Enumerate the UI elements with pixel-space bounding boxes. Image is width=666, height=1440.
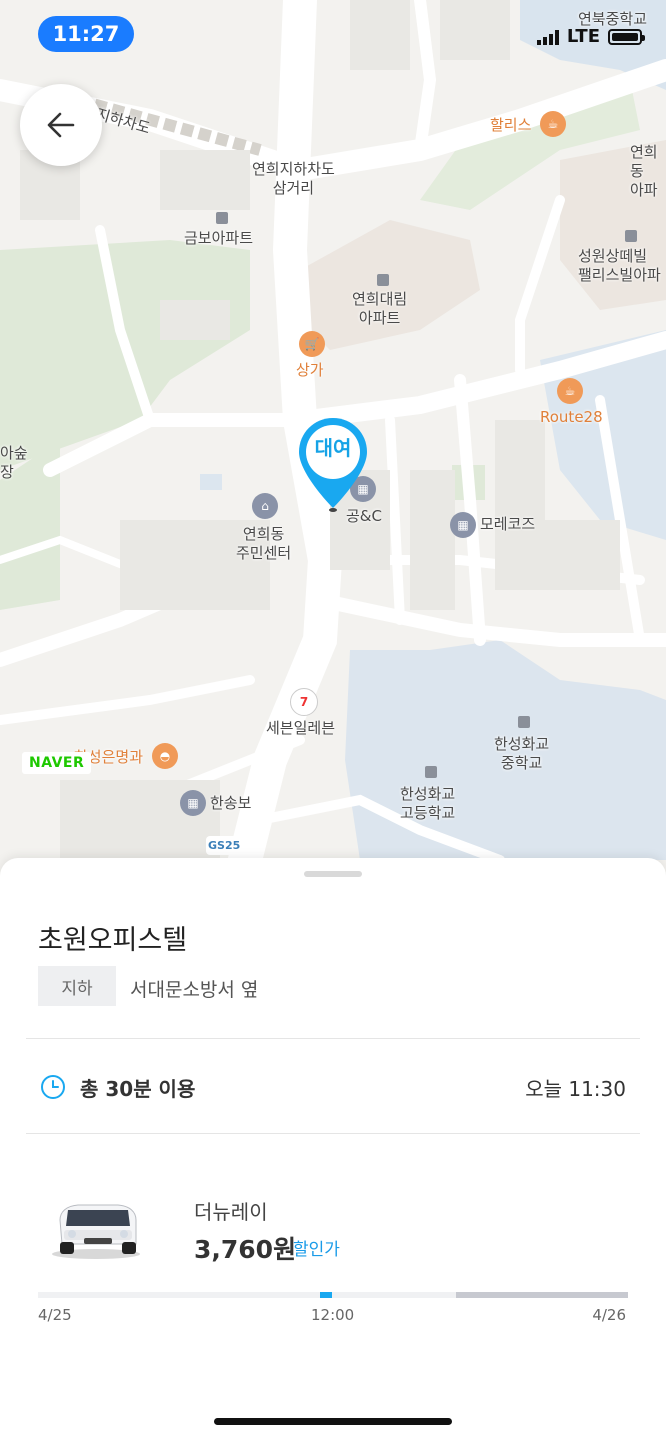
map-label-hansongbo: 한송보 — [210, 794, 252, 812]
signal-icon — [536, 29, 559, 45]
map-label-hansung-high: 한성화교 고등학교 — [400, 785, 456, 822]
map-label-gs25: GS25 — [206, 836, 243, 855]
map-label-morecoz: 모레코즈 — [480, 515, 536, 533]
cafe-icon: ☕ — [540, 111, 566, 137]
status-indicators: LTE — [536, 26, 645, 47]
timeline-start-label: 4/25 — [38, 1306, 72, 1324]
timeline-mid-label: 12:00 — [311, 1306, 355, 1324]
building-icon: ▦ — [450, 512, 476, 538]
pin-label: 대여 — [314, 436, 352, 460]
usage-duration: 총 30분 이용 — [80, 1077, 196, 1101]
map-label-daerim: 연희대림 아파트 — [352, 290, 408, 327]
timeline-selected-marker[interactable] — [320, 1292, 332, 1298]
building-icon: ▦ — [180, 790, 206, 816]
divider — [26, 1038, 640, 1039]
map-label-hollys: 할리스 — [490, 116, 532, 134]
map-label-forest: 아숲 장 — [0, 444, 28, 481]
bottom-sheet: 초원오피스텔 지하 서대문소방서 옆 총 30분 이용 오늘 11:30 더뉴레… — [0, 858, 666, 1440]
location-title: 초원오피스텔 — [38, 925, 188, 956]
government-building-icon: ⌂ — [252, 493, 278, 519]
back-arrow-icon — [47, 112, 75, 138]
pin-marker-icon — [299, 418, 367, 512]
discount-label: 할인가 — [293, 1240, 340, 1260]
timeline-end-label: 4/26 — [592, 1306, 626, 1324]
map-label-community-center: 연희동 주민센터 — [236, 525, 292, 562]
sheet-drag-handle[interactable] — [304, 871, 362, 877]
map-label-geumbo: 금보아파트 — [184, 229, 254, 247]
school-icon — [518, 716, 530, 728]
timeline-unavailable-segment — [456, 1292, 628, 1298]
map-label-yeonhui-right: 연희동 아파 — [630, 143, 658, 199]
home-indicator[interactable] — [214, 1418, 452, 1425]
map-label-seongwon: 성원상떼빌 팰리스빌아파 — [578, 247, 661, 284]
rental-location-pin[interactable]: 대여 — [296, 416, 370, 516]
price: 3,760원 — [194, 1235, 297, 1264]
car-image — [52, 1204, 140, 1259]
availability-timeline[interactable] — [38, 1292, 628, 1298]
apartment-icon — [377, 274, 389, 286]
school-icon — [425, 766, 437, 778]
battery-icon — [608, 28, 645, 45]
location-address: 서대문소방서 옆 — [130, 979, 259, 1001]
car-name: 더뉴레이 — [194, 1200, 268, 1224]
network-label: LTE — [566, 26, 600, 47]
seven-eleven-icon: 7 — [290, 688, 318, 716]
rental-time[interactable]: 오늘 11:30 — [525, 1073, 626, 1102]
status-time: 11:27 — [38, 16, 134, 52]
back-button[interactable] — [20, 84, 102, 166]
map-label-route28: Route28 — [540, 408, 603, 426]
bakery-icon: ◓ — [152, 743, 178, 769]
clock-icon — [41, 1075, 65, 1099]
map-label-seven-eleven: 세븐일레븐 — [266, 719, 336, 737]
map-label-hansung-middle: 한성화교 중학교 — [494, 735, 550, 772]
map-label-sangga: 상가 — [296, 361, 324, 379]
map-label-underpass-junction: 연희지하차도 삼거리 — [252, 160, 335, 197]
apartment-icon — [625, 230, 637, 242]
divider — [26, 1133, 640, 1134]
apartment-icon — [216, 212, 228, 224]
floor-tag: 지하 — [38, 966, 116, 1006]
naver-logo: NAVER — [22, 752, 92, 774]
cafe-icon: ☕ — [557, 378, 583, 404]
shopping-cart-icon: 🛒 — [299, 331, 325, 357]
